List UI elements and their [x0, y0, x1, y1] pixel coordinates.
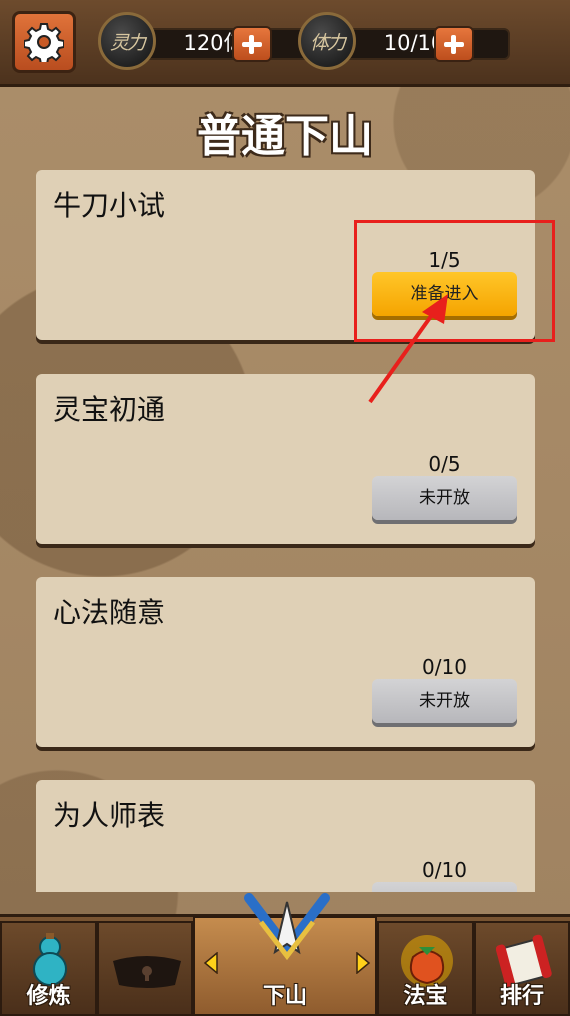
add-stamina-button[interactable]	[434, 26, 474, 62]
tab-ranking[interactable]: 排行	[474, 921, 570, 1016]
stage-name: 为人师表	[53, 799, 166, 832]
stage-card: 为人师表 0/10	[36, 780, 535, 892]
page-title: 普通下山	[197, 111, 373, 162]
stage-name: 灵宝初通	[53, 393, 166, 426]
chevron-right-icon[interactable]	[355, 952, 371, 974]
tab-descend[interactable]: 下山	[193, 893, 377, 1016]
locked-stage-button[interactable]: 未开放	[372, 679, 517, 723]
tab-label: 下山	[262, 984, 307, 1009]
stage-progress: 0/10	[422, 858, 467, 882]
stage-name: 心法随意	[53, 596, 166, 629]
lock-icon	[113, 956, 181, 988]
stage-progress: 0/5	[428, 452, 461, 476]
locked-stage-button[interactable]	[372, 882, 517, 892]
chevron-left-icon[interactable]	[203, 952, 219, 974]
tab-cultivate[interactable]: 修炼	[0, 921, 97, 1016]
gear-icon	[24, 23, 64, 62]
tab-label: 法宝	[403, 984, 448, 1009]
tab-treasure[interactable]: 法宝	[377, 921, 474, 1016]
stage-name: 牛刀小试	[53, 189, 166, 222]
red-arrow-icon	[368, 294, 448, 404]
stage-card: 心法随意 0/10 未开放	[36, 577, 535, 747]
spirit-badge-icon: 灵力	[98, 12, 156, 70]
stage-card: 灵宝初通 0/5 未开放	[36, 374, 535, 544]
tab-label: 修炼	[26, 984, 71, 1009]
top-bar: 灵力 120亿 体力 10/10	[0, 0, 570, 87]
stamina-badge-icon: 体力	[298, 12, 356, 70]
add-spirit-button[interactable]	[232, 26, 272, 62]
settings-button[interactable]	[12, 11, 76, 73]
tab-locked[interactable]	[97, 921, 193, 1016]
crossed-swords-icon	[244, 893, 330, 961]
tab-label: 排行	[499, 984, 544, 1009]
stage-progress: 0/10	[422, 655, 467, 679]
locked-stage-button[interactable]: 未开放	[372, 476, 517, 520]
bottom-nav: 修炼 下山 法宝 排行	[0, 893, 570, 1016]
